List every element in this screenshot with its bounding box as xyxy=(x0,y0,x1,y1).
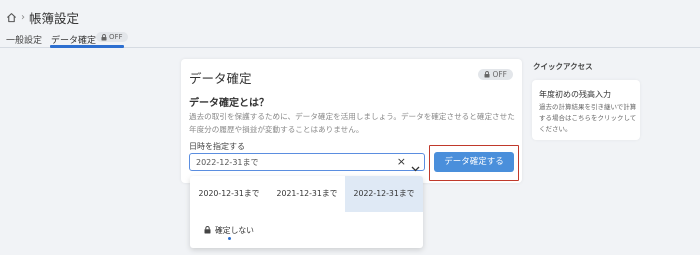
lock-icon xyxy=(204,226,211,234)
confirm-data-button[interactable]: データ確定する xyxy=(434,152,514,172)
lock-icon xyxy=(101,33,107,40)
lock-icon xyxy=(484,71,490,78)
date-field-label: 日時を指定する xyxy=(189,142,245,151)
home-icon[interactable] xyxy=(6,12,17,23)
card-title: データ確定 xyxy=(189,71,252,86)
quick-access-title: クイックアクセス xyxy=(533,62,593,71)
breadcrumb: › 帳簿設定 xyxy=(6,8,79,27)
status-badge-label: OFF xyxy=(492,70,507,79)
chevron-down-icon[interactable] xyxy=(411,158,420,177)
tab-status-badge: OFF xyxy=(96,32,128,42)
section-heading: データ確定とは？ xyxy=(189,98,269,109)
active-tab-indicator xyxy=(50,45,124,48)
date-select-value: 2022-12-31まで xyxy=(196,158,259,167)
tab-general-settings[interactable]: 一般設定 xyxy=(6,33,42,46)
quick-access-card-title: 年度初めの残高入力 xyxy=(539,90,611,99)
date-option[interactable]: 2020-12-31まで xyxy=(190,176,268,212)
quick-access-card[interactable]: 年度初めの残高入力 過去の計算結果を引き継いで計算する場合はこちらをクリックして… xyxy=(532,80,640,140)
description-text: 過去の取引を保護するために、データ確定を活用しましょう。データを確定させると確定… xyxy=(189,112,515,134)
tab-badge-label: OFF xyxy=(109,33,123,41)
date-option-selected[interactable]: 2022-12-31まで xyxy=(345,176,423,212)
breadcrumb-separator: › xyxy=(21,12,25,23)
date-option[interactable]: 2021-12-31まで xyxy=(268,176,346,212)
no-confirm-option[interactable]: 確定しない xyxy=(190,212,268,248)
focus-dot xyxy=(228,237,231,240)
date-options-dropdown: 2020-12-31まで 2021-12-31まで 2022-12-31まで 確… xyxy=(190,176,423,248)
page-title: 帳簿設定 xyxy=(29,11,80,26)
date-select[interactable]: 2022-12-31まで × xyxy=(189,153,425,172)
status-badge: OFF xyxy=(478,69,513,80)
no-confirm-label: 確定しない xyxy=(215,225,254,235)
quick-access-card-description: 過去の計算結果を引き継いで計算する場合はこちらをクリックしてください。 xyxy=(539,103,637,133)
clear-icon[interactable]: × xyxy=(397,155,406,168)
